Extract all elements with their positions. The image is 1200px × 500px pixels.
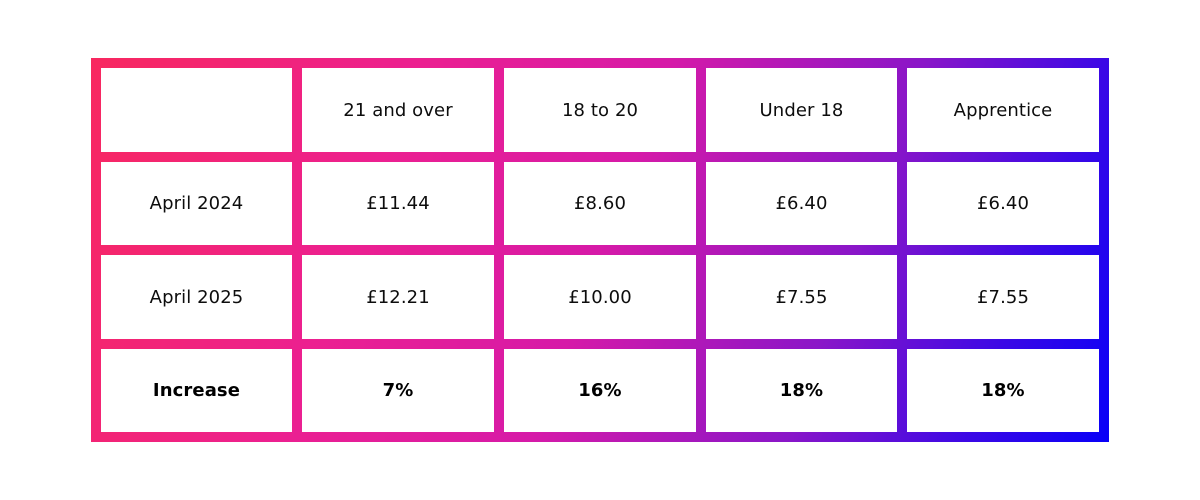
table-cell: £6.40 — [907, 162, 1099, 245]
column-header-21-and-over: 21 and over — [302, 68, 494, 152]
table-cell: 7% — [302, 349, 494, 432]
table-cell: £6.40 — [706, 162, 897, 245]
table-cell: £8.60 — [504, 162, 696, 245]
table-cell: £7.55 — [907, 255, 1099, 339]
corner-cell — [101, 68, 292, 152]
column-header-18-to-20: 18 to 20 — [504, 68, 696, 152]
table-cell: £11.44 — [302, 162, 494, 245]
table-cell: 18% — [907, 349, 1099, 432]
wage-table: 21 and over 18 to 20 Under 18 Apprentice… — [91, 58, 1109, 442]
row-label-april-2024: April 2024 — [101, 162, 292, 245]
page: 21 and over 18 to 20 Under 18 Apprentice… — [0, 0, 1200, 500]
table-cell: 16% — [504, 349, 696, 432]
table-cell: £7.55 — [706, 255, 897, 339]
column-header-apprentice: Apprentice — [907, 68, 1099, 152]
table-cell: £10.00 — [504, 255, 696, 339]
row-label-april-2025: April 2025 — [101, 255, 292, 339]
column-header-under-18: Under 18 — [706, 68, 897, 152]
table-cell: £12.21 — [302, 255, 494, 339]
row-label-increase: Increase — [101, 349, 292, 432]
table-cell: 18% — [706, 349, 897, 432]
